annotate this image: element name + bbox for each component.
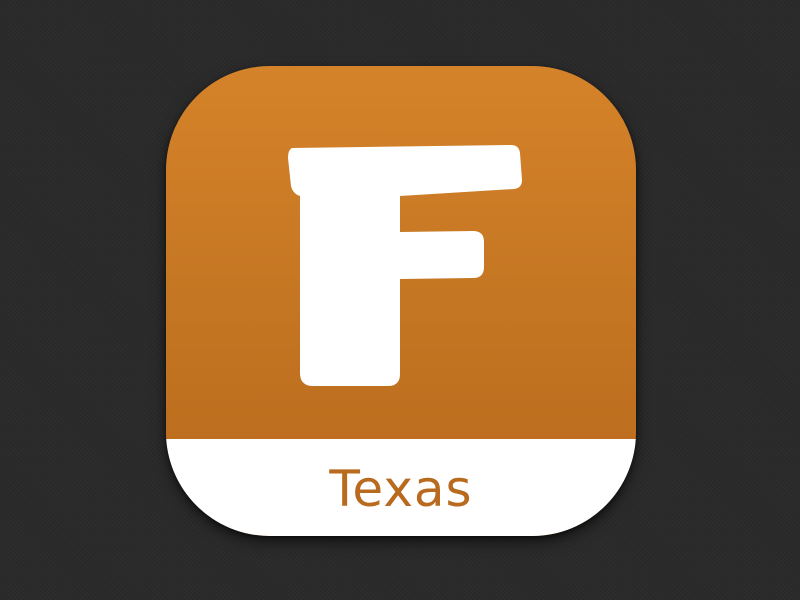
app-icon[interactable]: Texas [166,66,636,536]
icon-label: Texas [329,459,473,518]
label-bar: Texas [166,439,636,536]
letter-f-icon [288,145,522,386]
